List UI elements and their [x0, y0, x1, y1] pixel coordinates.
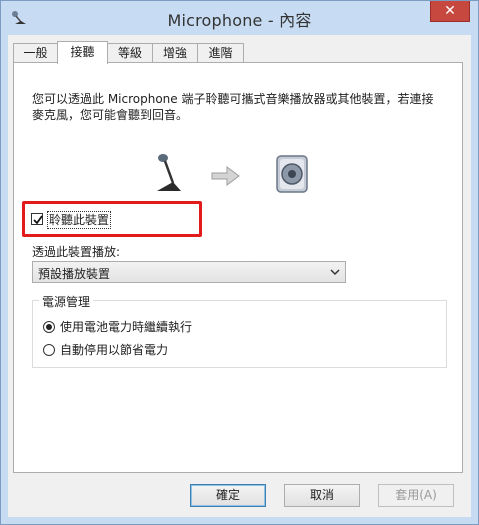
radio-label[interactable]: 自動停用以節省電力	[60, 343, 168, 358]
arrow-right-icon	[211, 166, 240, 186]
listen-illustration	[157, 154, 308, 193]
dialog-client: 一般 接聽 等級 增強 進階 您可以透過此 Microphone 端子聆聽可攜式…	[8, 35, 471, 517]
tab-enhancements[interactable]: 增強	[152, 43, 198, 62]
speaker-icon	[276, 155, 308, 193]
radio-label[interactable]: 使用電池電力時繼續執行	[60, 320, 192, 335]
properties-window: Microphone - 內容 ✕ 一般 接聽 等級 增強 進階 您可以透過此 …	[0, 0, 479, 525]
listen-checkbox-label[interactable]: 聆聽此裝置	[47, 211, 112, 229]
playback-device-label: 透過此裝置播放:	[32, 245, 121, 259]
playback-device-select[interactable]: 預設播放裝置	[32, 261, 346, 283]
ok-button[interactable]: 確定	[190, 484, 266, 507]
close-icon: ✕	[444, 3, 456, 19]
check-icon	[33, 215, 43, 225]
listen-checkbox[interactable]	[31, 213, 43, 225]
tab-panel-listen: 您可以透過此 Microphone 端子聆聽可攜式音樂播放器或其他裝置，若連接麥…	[13, 62, 463, 473]
playback-device-value: 預設播放裝置	[38, 267, 111, 281]
radio-button[interactable]	[43, 344, 55, 356]
window-title: Microphone - 內容	[167, 11, 312, 30]
power-management-title: 電源管理	[39, 293, 94, 310]
tab-general[interactable]: 一般	[13, 43, 58, 62]
apply-button[interactable]: 套用(A)	[378, 484, 454, 507]
tab-levels[interactable]: 等級	[107, 43, 153, 62]
radio-button[interactable]	[43, 321, 55, 333]
close-button[interactable]: ✕	[430, 1, 470, 22]
title-bar[interactable]: Microphone - 內容 ✕	[1, 1, 478, 35]
power-management-group: 電源管理 使用電池電力時繼續執行 自動停用以節省電力	[32, 293, 447, 368]
listen-description: 您可以透過此 Microphone 端子聆聽可攜式音樂播放器或其他裝置，若連接麥…	[32, 92, 434, 122]
chevron-down-icon	[330, 269, 340, 276]
cancel-button[interactable]: 取消	[284, 484, 360, 507]
microphone-icon	[157, 154, 181, 191]
tab-advanced[interactable]: 進階	[197, 43, 244, 62]
tab-listen[interactable]: 接聽	[57, 41, 108, 64]
